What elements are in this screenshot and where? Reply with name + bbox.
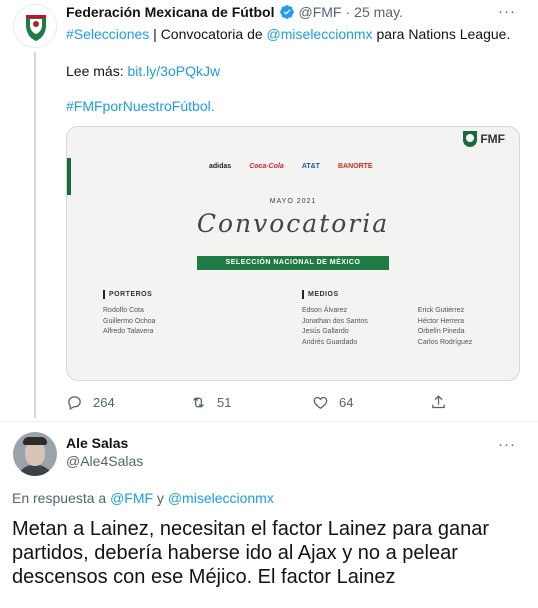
lee-mas-label: Lee más:	[66, 63, 128, 79]
thread-connector-line	[34, 52, 36, 418]
sponsor-banorte: BANORTE	[337, 163, 373, 170]
seleccion-banner: SELECCIÓN NACIONAL DE MÉXICO	[197, 256, 389, 270]
short-link[interactable]: bit.ly/3oPQkJw	[127, 63, 220, 79]
fmf-shield-icon	[463, 131, 478, 147]
retweet-button[interactable]: 51	[190, 394, 231, 411]
reply-button[interactable]: 264	[66, 394, 115, 411]
porteros-title: PORTEROS	[103, 290, 156, 299]
like-button[interactable]: 64	[312, 394, 353, 411]
fmf-logo: FMF	[463, 131, 505, 147]
medios-title: MEDIOS	[302, 290, 482, 299]
medios-section: MEDIOS Edson Álvarez Jonathan dos Santos…	[302, 290, 482, 348]
reply-prefix: En respuesta a	[12, 490, 111, 506]
share-button[interactable]	[430, 394, 447, 411]
sponsor-logos: adidas Coca-Cola AT&T BANORTE	[209, 163, 373, 170]
tweet-reply[interactable]: Ale Salas @Ale4Salas ··· En respuesta a …	[0, 421, 538, 608]
tweet-media-image[interactable]: FMF adidas Coca-Cola AT&T BANORTE MAYO 2…	[66, 126, 520, 381]
tweet-text-line-1: #Selecciones | Convocatoria de @miselecc…	[66, 25, 510, 43]
player-name: Erick Gutiérrez	[417, 307, 465, 314]
heart-icon	[313, 396, 328, 409]
porteros-section: PORTEROS Rodolfo Cota Guillermo Ochoa Al…	[103, 290, 156, 338]
reply-author-name[interactable]: Ale Salas	[66, 435, 128, 451]
media-date-label: MAYO 2021	[269, 198, 317, 205]
hashtag-selecciones-link[interactable]: #Selecciones	[66, 26, 149, 42]
reply-count: 264	[93, 395, 115, 410]
reply-mention-miseleccionmx[interactable]: @miseleccionmx	[168, 490, 274, 506]
medios-list: Edson Álvarez Jonathan dos Santos Jesús …	[302, 306, 482, 348]
green-accent-bar	[67, 158, 71, 195]
reply-mention-fmf[interactable]: @FMF	[110, 490, 153, 506]
share-icon	[432, 395, 445, 409]
media-title: Convocatoria	[196, 209, 390, 238]
reply-tweet-text: Metan a Lainez, necesitan el factor Lain…	[12, 518, 489, 588]
retweet-icon	[193, 397, 204, 408]
replying-to-line: En respuesta a @FMF y @miseleccionmx	[12, 490, 274, 506]
player-name: Andrés Guardado	[302, 338, 358, 346]
hashtag-fmf-link[interactable]: #FMFporNuestroFútbol.	[66, 98, 215, 114]
player-name: Carlos Rodríguez	[417, 338, 473, 346]
ale-salas-avatar[interactable]	[13, 432, 57, 476]
tweet-fmf[interactable]: Federación Mexicana de Fútbol @FMF · 25 …	[0, 0, 538, 421]
sponsor-coca-cola: Coca-Cola	[249, 163, 284, 170]
medios-column-2: Erick Gutiérrez Héctor Herrera Orbelín P…	[418, 306, 472, 348]
avatar-hair	[23, 437, 47, 445]
player-name: Jonathan dos Santos	[302, 317, 368, 325]
tweet-action-bar: 264 51 64	[66, 394, 456, 412]
sponsor-att: AT&T	[301, 163, 320, 170]
tweet-text-line-2: Lee más: bit.ly/3oPQkJw	[66, 62, 220, 80]
tweet-text-line-3: #FMFporNuestroFútbol.	[66, 97, 215, 115]
avatar-shoulders	[17, 465, 53, 476]
medios-column-1: Edson Álvarez Jonathan dos Santos Jesús …	[302, 306, 368, 348]
fmf-avatar[interactable]	[13, 4, 57, 48]
tweet-text-segment: | Convocatoria de	[149, 26, 267, 42]
player-name: Rodolfo Cota	[103, 307, 144, 314]
sponsor-adidas: adidas	[209, 163, 232, 170]
player-name: Jesús Gallardo	[302, 328, 349, 335]
tweet-text-segment: para Nations League.	[372, 26, 511, 42]
like-count: 64	[339, 395, 354, 410]
tweet-header: Federación Mexicana de Fútbol @FMF · 25 …	[66, 3, 403, 21]
verified-badge-icon	[279, 5, 294, 19]
reply-more-options-icon[interactable]: ···	[498, 436, 516, 453]
tweet-timestamp[interactable]: 25 may.	[354, 4, 403, 20]
player-name: Alfredo Talavera	[103, 328, 154, 335]
author-name[interactable]: Federación Mexicana de Fútbol	[66, 4, 275, 20]
player-name: Orbelín Pineda	[417, 328, 465, 335]
reply-and: y	[153, 490, 168, 506]
player-name: Edson Álvarez	[302, 307, 348, 314]
player-name: Héctor Herrera	[417, 317, 465, 325]
fmf-logo-text: FMF	[480, 132, 505, 146]
fmf-crest-icon	[15, 6, 56, 47]
porteros-list: Rodolfo Cota Guillermo Ochoa Alfredo Tal…	[103, 306, 156, 338]
player-name: Guillermo Ochoa	[103, 317, 156, 325]
retweet-count: 51	[217, 395, 232, 410]
mention-miseleccionmx-link[interactable]: @miseleccionmx	[267, 26, 373, 42]
more-options-icon[interactable]: ···	[498, 3, 516, 20]
author-handle[interactable]: @FMF	[299, 4, 342, 20]
separator-dot: ·	[345, 4, 351, 20]
reply-author-handle[interactable]: @Ale4Salas	[66, 453, 143, 469]
reply-icon	[68, 396, 81, 411]
